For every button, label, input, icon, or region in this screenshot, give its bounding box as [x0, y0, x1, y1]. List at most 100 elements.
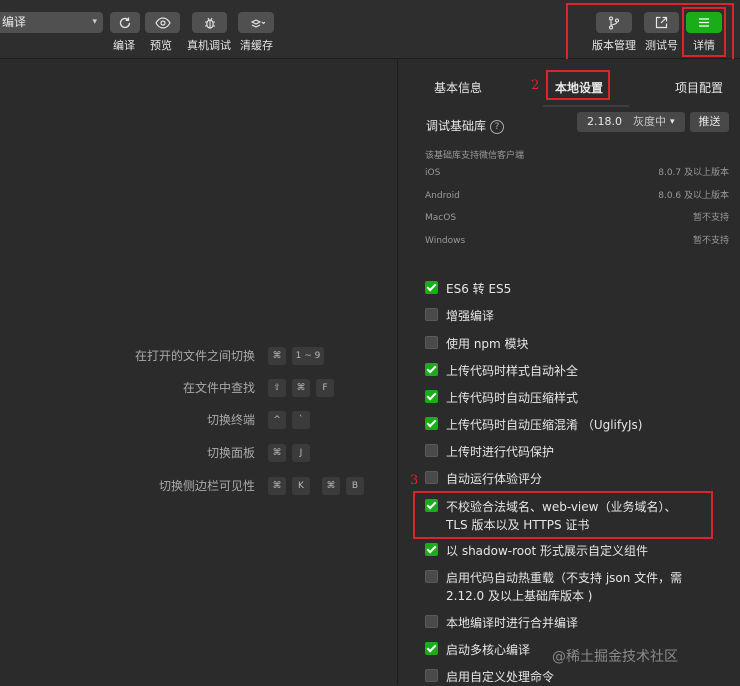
- refresh-icon: [119, 17, 131, 28]
- shortcut-key: `: [292, 411, 310, 429]
- base-lib-version: 2.18.0: [587, 115, 622, 128]
- shortcut-label: 切换面板: [206, 446, 255, 460]
- compile-mode-value: 编译: [2, 15, 27, 29]
- annotation-number-3: 3: [410, 473, 419, 488]
- shortcut-key: ⌘: [268, 477, 286, 495]
- clear-cache-button[interactable]: [238, 12, 274, 33]
- option-enhanced-compile[interactable]: 增强编译: [425, 307, 735, 325]
- remote-debug-label: 真机调试: [187, 39, 231, 52]
- shortcut-row: 切换终端 ^ `: [0, 411, 397, 429]
- checkbox[interactable]: [425, 308, 438, 321]
- checkbox[interactable]: [425, 543, 438, 556]
- checkbox[interactable]: [425, 615, 438, 628]
- annotation-number-2: 2: [531, 78, 540, 93]
- checkbox[interactable]: [425, 281, 438, 294]
- option-label: 使用 npm 模块: [446, 337, 529, 351]
- support-title: 该基础库支持微信客户端: [425, 151, 525, 161]
- shortcut-row: 在打开的文件之间切换 ⌘ 1 ~ 9: [0, 347, 397, 365]
- option-label: 上传代码时样式自动补全: [446, 364, 579, 378]
- checkbox[interactable]: [425, 471, 438, 484]
- push-button[interactable]: 推送: [690, 112, 729, 132]
- details-panel: 基本信息 本地设置 项目配置 调试基础库? 2.18.0 灰度中 ▾ 推送 该基…: [398, 59, 740, 685]
- shortcut-row: 在文件中查找 ⇧ ⌘ F: [0, 379, 397, 397]
- option-custom-command[interactable]: 启用自定义处理命令: [425, 668, 735, 686]
- checkbox[interactable]: [425, 390, 438, 403]
- clear-cache-label: 清缓存: [240, 39, 273, 52]
- shortcut-key: K: [292, 477, 310, 495]
- option-label: 自动运行体验评分: [446, 472, 543, 486]
- option-label: 启用代码自动热重载（不支持 json 文件，需 2.12.0 及以上基础库版本 …: [446, 571, 683, 603]
- support-version: 8.0.6 及以上版本: [658, 191, 729, 201]
- shortcut-key: ⌘: [322, 477, 340, 495]
- checkbox[interactable]: [425, 642, 438, 655]
- support-platform: Android: [425, 191, 460, 201]
- annotation-box-local-tab: [546, 70, 610, 100]
- editor-empty-pane: 在打开的文件之间切换 ⌘ 1 ~ 9 在文件中查找 ⇧ ⌘ F 切换终端 ^ `…: [0, 59, 398, 685]
- option-shadow-root[interactable]: 以 shadow-root 形式展示自定义组件: [425, 542, 735, 560]
- base-lib-version-select[interactable]: 2.18.0 灰度中 ▾: [577, 112, 685, 132]
- option-label: 上传代码时自动压缩样式: [446, 391, 579, 405]
- shortcut-label: 在打开的文件之间切换: [134, 349, 255, 363]
- option-label: 上传代码时自动压缩混淆 （UglifyJs): [446, 418, 643, 432]
- shortcut-label: 切换终端: [206, 413, 255, 427]
- shortcut-label: 切换侧边栏可见性: [158, 479, 255, 493]
- option-label: 上传时进行代码保护: [446, 445, 555, 459]
- annotation-box-domain-option: [413, 491, 713, 539]
- compile-mode-select[interactable]: 编译 ▾: [0, 12, 103, 33]
- checkbox[interactable]: [425, 336, 438, 349]
- checkbox[interactable]: [425, 417, 438, 430]
- option-es6[interactable]: ES6 转 ES5: [425, 280, 735, 298]
- shortcut-key: ⇧: [268, 379, 286, 397]
- support-platform: MacOS: [425, 213, 457, 223]
- preview-button[interactable]: [145, 12, 180, 33]
- tab-project-config[interactable]: 项目配置: [675, 79, 723, 96]
- tab-basic-info[interactable]: 基本信息: [434, 79, 482, 96]
- support-row: iOS 8.0.7 及以上版本: [425, 166, 729, 180]
- option-style-autoprefix[interactable]: 上传代码时样式自动补全: [425, 362, 735, 380]
- active-tab-indicator: [543, 105, 629, 107]
- annotation-box-details: [682, 7, 726, 57]
- support-version: 8.0.7 及以上版本: [658, 168, 729, 178]
- compile-label: 编译: [113, 39, 135, 52]
- option-code-protect[interactable]: 上传时进行代码保护: [425, 443, 735, 461]
- shortcut-key: J: [292, 444, 310, 462]
- option-label: ES6 转 ES5: [446, 282, 512, 296]
- chevron-down-icon: ▾: [670, 117, 675, 127]
- remote-debug-button[interactable]: [192, 12, 227, 33]
- gray-release-label: 灰度中: [633, 115, 666, 128]
- option-label: 本地编译时进行合并编译: [446, 616, 579, 630]
- shortcut-label: 在文件中查找: [182, 381, 255, 395]
- option-label: 增强编译: [446, 309, 495, 323]
- support-platform: Windows: [425, 236, 466, 246]
- shortcut-key: 1 ~ 9: [292, 347, 324, 365]
- option-hot-reload[interactable]: 启用代码自动热重载（不支持 json 文件，需 2.12.0 及以上基础库版本 …: [425, 569, 693, 605]
- shortcut-row: 切换面板 ⌘ J: [0, 444, 397, 462]
- support-platform: iOS: [425, 168, 441, 178]
- compile-button[interactable]: [110, 12, 140, 33]
- preview-label: 预览: [150, 39, 172, 52]
- checkbox[interactable]: [425, 669, 438, 682]
- layers-icon: [250, 18, 265, 28]
- support-row: Windows 暂不支持: [425, 234, 729, 248]
- option-minify-js[interactable]: 上传代码时自动压缩混淆 （UglifyJs): [425, 416, 735, 434]
- watermark: @稀土掘金技术社区: [552, 649, 678, 665]
- bug-icon: [204, 17, 215, 29]
- help-icon[interactable]: ?: [490, 119, 505, 134]
- option-npm[interactable]: 使用 npm 模块: [425, 335, 735, 353]
- checkbox[interactable]: [425, 363, 438, 376]
- shortcut-key: B: [346, 477, 364, 495]
- shortcut-row: 切换侧边栏可见性 ⌘ K ⌘ B: [0, 477, 397, 495]
- option-minify-style[interactable]: 上传代码时自动压缩样式: [425, 389, 735, 407]
- checkbox[interactable]: [425, 444, 438, 457]
- shortcut-key: ^: [268, 411, 286, 429]
- base-lib-label: 调试基础库: [426, 119, 487, 133]
- option-label: 以 shadow-root 形式展示自定义组件: [446, 544, 649, 558]
- eye-icon: [154, 16, 171, 29]
- base-lib-row: 调试基础库?: [426, 117, 505, 134]
- shortcut-key: ⌘: [292, 379, 310, 397]
- option-auto-audit[interactable]: 自动运行体验评分: [425, 470, 735, 488]
- shortcut-key: ⌘: [268, 444, 286, 462]
- checkbox[interactable]: [425, 570, 438, 583]
- support-version: 暂不支持: [692, 213, 729, 223]
- option-merge-compile[interactable]: 本地编译时进行合并编译: [425, 614, 735, 632]
